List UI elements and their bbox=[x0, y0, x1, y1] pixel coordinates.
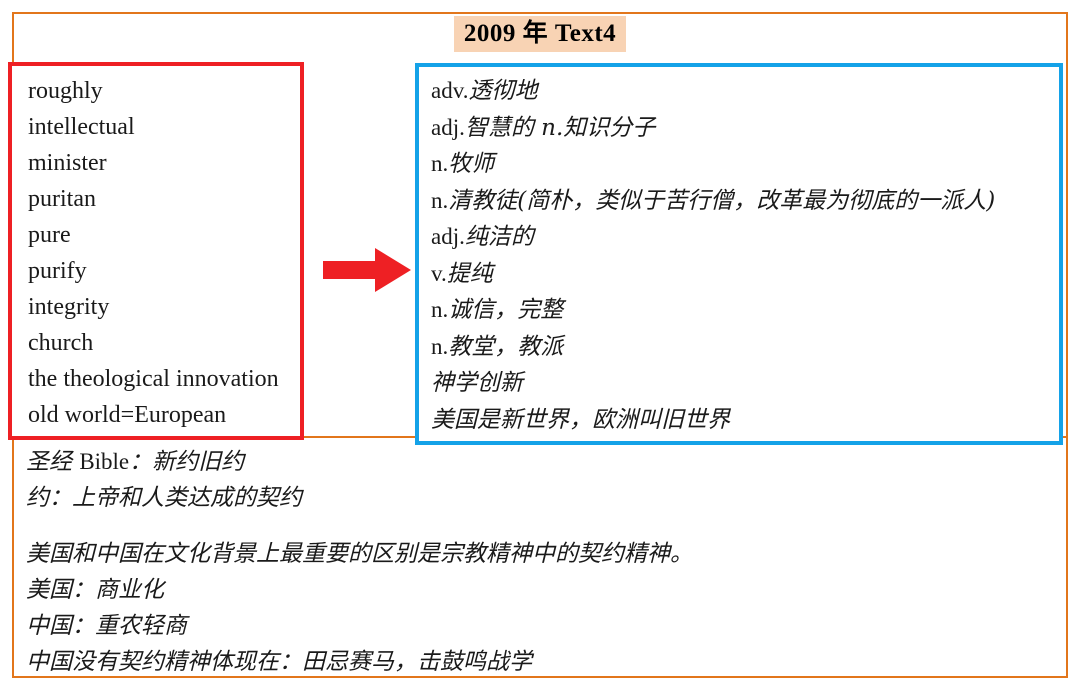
list-item: old world=European bbox=[28, 402, 227, 428]
notes-section: 圣经 Bible：新约旧约 约：上帝和人类达成的契约 美国和中国在文化背景上最重… bbox=[26, 444, 1046, 680]
right-arrow-icon bbox=[323, 248, 411, 292]
note-china-no-covenant: 中国没有契约精神体现在：田忌赛马，击鼓鸣战学 bbox=[26, 649, 532, 675]
part-of-speech: adj. bbox=[431, 224, 465, 249]
note-bible-latin: Bible bbox=[79, 449, 130, 474]
definition-text: 诚信，完整 bbox=[448, 297, 564, 323]
list-item: v.提纯 bbox=[431, 256, 1071, 293]
list-item: integrity bbox=[28, 294, 110, 320]
part-of-speech: v. bbox=[431, 260, 447, 286]
english-word-list: roughly intellectual minister puritan pu… bbox=[28, 73, 300, 433]
list-item: adj.纯洁的 bbox=[431, 219, 1071, 256]
list-item: church bbox=[28, 330, 94, 356]
list-item: n.清教徒(简朴，类似于苦行僧，改革最为彻底的一派人) bbox=[431, 183, 1071, 220]
note-bible: 圣经 Bible：新约旧约 bbox=[26, 444, 1046, 480]
part-of-speech: n. bbox=[431, 333, 449, 359]
list-item: n.教堂，教派 bbox=[431, 329, 1071, 366]
part-of-speech: n. bbox=[431, 297, 449, 322]
definition-text: 智慧的 n.知识分子 bbox=[464, 114, 656, 141]
part-of-speech: adv. bbox=[431, 78, 469, 103]
list-item: minister bbox=[28, 150, 107, 176]
definition-text: 神学创新 bbox=[431, 370, 523, 396]
list-item: intellectual bbox=[28, 114, 135, 140]
note-covenant: 约：上帝和人类达成的契约 bbox=[26, 485, 302, 511]
part-of-speech: n. bbox=[431, 187, 449, 213]
list-item: 美国是新世界，欧洲叫旧世界 bbox=[431, 402, 1071, 439]
note-bible-prefix: 圣经 bbox=[26, 449, 80, 475]
list-item: the theological innovation bbox=[28, 366, 279, 392]
note-china: 中国：重农轻商 bbox=[26, 613, 187, 639]
part-of-speech: adj. bbox=[431, 114, 465, 140]
list-item: pure bbox=[28, 222, 71, 248]
note-bible-suffix: ：新约旧约 bbox=[129, 449, 245, 475]
list-item: adj.智慧的 n.知识分子 bbox=[431, 110, 1071, 147]
note-spacer bbox=[26, 516, 1046, 536]
part-of-speech: n. bbox=[431, 151, 449, 176]
definition-text: 美国是新世界，欧洲叫旧世界 bbox=[431, 406, 730, 433]
list-item: n.牧师 bbox=[431, 146, 1071, 183]
list-item: adv.透彻地 bbox=[431, 73, 1071, 110]
list-item: purify bbox=[28, 258, 87, 284]
chinese-definition-list-box: adv.透彻地 adj.智慧的 n.知识分子 n.牧师 n.清教徒(简朴，类似于… bbox=[415, 63, 1063, 445]
definition-text: 教堂，教派 bbox=[448, 333, 564, 360]
english-word-list-box: roughly intellectual minister puritan pu… bbox=[8, 62, 304, 440]
note-usa: 美国：商业化 bbox=[26, 577, 164, 603]
list-item: puritan bbox=[28, 186, 96, 212]
definition-text: 牧师 bbox=[448, 151, 495, 177]
definition-text: 透彻地 bbox=[468, 78, 538, 104]
list-item: roughly bbox=[28, 78, 103, 104]
definition-text: 清教徒(简朴，类似于苦行僧，改革最为彻底的一派人) bbox=[448, 187, 996, 214]
definition-text: 提纯 bbox=[446, 260, 493, 287]
chinese-definition-list: adv.透彻地 adj.智慧的 n.知识分子 n.牧师 n.清教徒(简朴，类似于… bbox=[431, 73, 1071, 438]
list-item: 神学创新 bbox=[431, 365, 1071, 402]
definition-text: 纯洁的 bbox=[464, 224, 534, 250]
list-item: n.诚信，完整 bbox=[431, 292, 1071, 329]
note-comparison: 美国和中国在文化背景上最重要的区别是宗教精神中的契约精神。 bbox=[26, 541, 693, 567]
